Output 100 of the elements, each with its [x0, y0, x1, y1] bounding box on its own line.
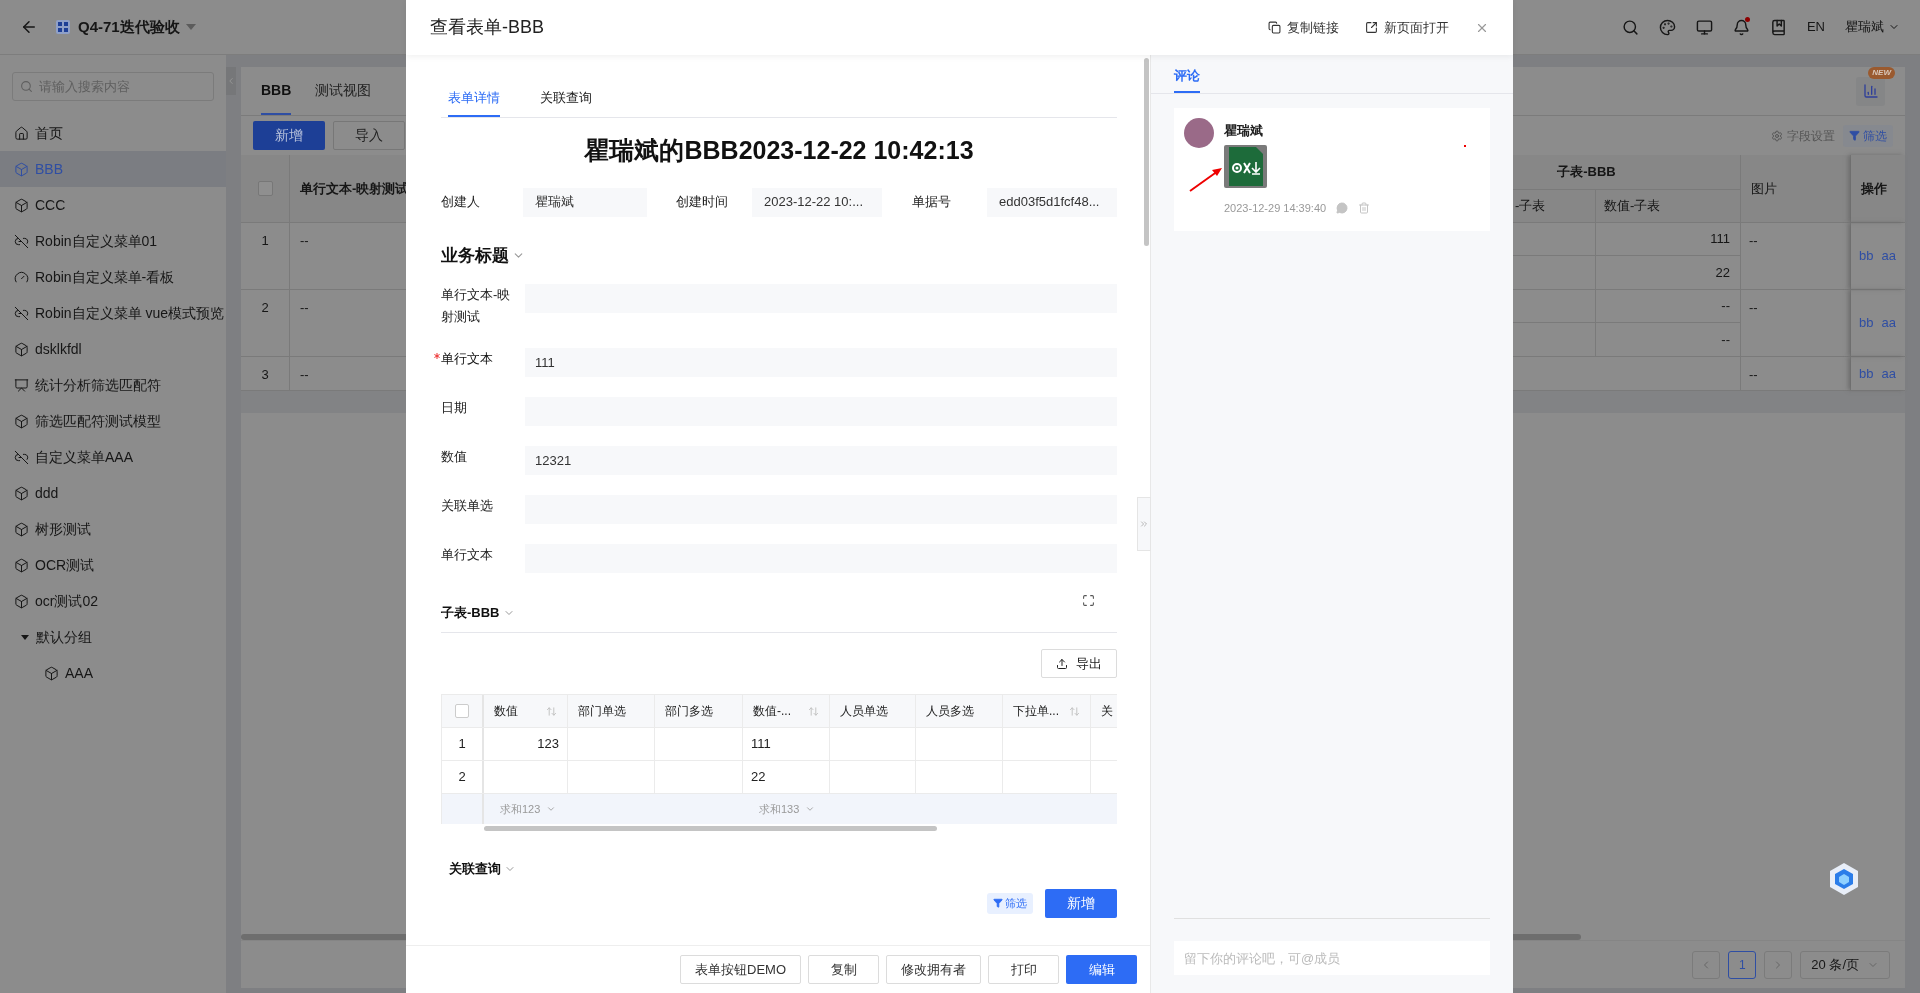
- sidebar-item[interactable]: 筛选匹配符测试模型: [0, 403, 226, 439]
- chevron-down-icon: [546, 804, 557, 814]
- sidebar-item[interactable]: Robin自定义菜单 vue模式预览: [0, 295, 226, 331]
- language-button[interactable]: EN: [1806, 17, 1825, 37]
- sidebar-item[interactable]: ddd: [0, 475, 226, 511]
- cube-icon: [44, 665, 59, 681]
- field-label: 关联单选: [440, 497, 494, 515]
- field-value: edd03f5d1fcf48...: [987, 187, 1117, 217]
- summary-select[interactable]: 求和123: [500, 800, 557, 818]
- chart-button[interactable]: [1856, 76, 1885, 106]
- footer-button[interactable]: 复制: [808, 955, 879, 984]
- copy-icon: [1268, 21, 1281, 34]
- column-header: 人员多选: [916, 695, 1003, 727]
- fullscreen-icon[interactable]: [1082, 594, 1095, 607]
- search-icon[interactable]: [1621, 18, 1639, 36]
- sidebar-item[interactable]: 统计分析筛选匹配符: [0, 367, 226, 403]
- sidebar-item[interactable]: Robin自定义菜单01: [0, 223, 226, 259]
- comment-author: 瞿瑞斌: [1224, 122, 1264, 140]
- reply-icon[interactable]: [1336, 201, 1349, 214]
- open-new-page-button[interactable]: 新页面打开: [1365, 17, 1449, 38]
- table-cell-text: --: [1721, 297, 1730, 316]
- field-label: 数值: [440, 448, 468, 466]
- sort-icon[interactable]: [1069, 705, 1080, 717]
- view-tab[interactable]: 测试视图: [315, 80, 372, 115]
- export-button[interactable]: 导出: [1041, 649, 1117, 678]
- collapse-handle[interactable]: [1137, 497, 1151, 551]
- cube-icon: [14, 593, 29, 609]
- field-label: 单行文本-映射测试: [440, 286, 512, 326]
- app-name: Q4-71迭代验收: [78, 16, 180, 37]
- column-header: -子表: [1515, 197, 1546, 216]
- table-cell: --: [300, 367, 309, 382]
- sort-icon[interactable]: [546, 705, 557, 717]
- app-icon: [56, 20, 70, 34]
- form-tab[interactable]: 关联查询: [540, 87, 592, 117]
- comments-tab[interactable]: 评论: [1174, 65, 1200, 93]
- presentation-icon: [14, 377, 29, 393]
- chevron-down-icon: [805, 804, 816, 814]
- dialog-title: 查看表单-BBB: [430, 16, 544, 39]
- back-icon[interactable]: [20, 18, 38, 36]
- delete-icon[interactable]: [1358, 201, 1371, 214]
- column-header: 图片: [1751, 179, 1777, 198]
- column-header: 数值-...: [743, 695, 830, 727]
- column-header: 数值: [484, 695, 568, 727]
- table-cell: --: [300, 233, 309, 248]
- page-size-select[interactable]: 20 条/页: [1800, 950, 1890, 979]
- field-label: 单据号: [912, 193, 952, 212]
- user-menu[interactable]: 瞿瑞斌: [1845, 17, 1900, 37]
- sidebar-item[interactable]: 自定义菜单AAA: [0, 439, 226, 475]
- cube-icon: [14, 557, 29, 573]
- upload-icon: [1056, 657, 1068, 670]
- column-header: 人员单选: [830, 695, 916, 727]
- copy-link-button[interactable]: 复制链接: [1268, 17, 1339, 38]
- link-icon: [14, 233, 29, 249]
- column-header: 部门单选: [568, 695, 655, 727]
- caret-icon[interactable]: [185, 23, 196, 31]
- field-value: 2023-12-22 10:...: [752, 187, 882, 217]
- sidebar-item[interactable]: ocr测试02: [0, 583, 226, 619]
- external-link-icon: [1365, 21, 1378, 34]
- home-icon: [14, 125, 29, 141]
- helper-icon[interactable]: [1828, 862, 1860, 896]
- sidebar-item[interactable]: 首页: [0, 115, 226, 151]
- bar-chart-icon: [1862, 83, 1879, 99]
- footer-button[interactable]: 表单按钮DEMO: [680, 955, 801, 984]
- bell-icon[interactable]: [1732, 18, 1750, 36]
- footer-button[interactable]: 修改拥有者: [886, 955, 981, 984]
- book-icon[interactable]: [1769, 18, 1787, 36]
- sidebar-item[interactable]: 树形测试: [0, 511, 226, 547]
- footer-button[interactable]: 编辑: [1066, 955, 1137, 984]
- form-tab[interactable]: 表单详情: [448, 87, 500, 117]
- field-input[interactable]: 111: [525, 348, 1117, 377]
- sort-icon[interactable]: [808, 705, 819, 717]
- field-label: 创建时间: [676, 193, 729, 212]
- table-cell-text: 22: [751, 768, 766, 787]
- field-input[interactable]: 12321: [525, 446, 1117, 475]
- cube-icon: [14, 485, 29, 501]
- monitor-icon[interactable]: [1695, 18, 1713, 36]
- gear-icon: [1771, 129, 1783, 142]
- palette-icon[interactable]: [1658, 18, 1676, 36]
- gauge-icon: [14, 269, 29, 285]
- checkbox[interactable]: [455, 704, 469, 718]
- cube-icon: [14, 413, 29, 429]
- spreadsheet-file-icon[interactable]: [1224, 144, 1267, 188]
- toolbar-button[interactable]: 导入: [333, 121, 405, 150]
- checkbox[interactable]: [257, 181, 273, 196]
- view-tab[interactable]: BBB: [261, 80, 292, 115]
- sidebar-item[interactable]: CCC: [0, 187, 226, 223]
- section-title: 业务标题: [441, 244, 509, 267]
- filter-button[interactable]: 筛选: [987, 892, 1033, 914]
- add-button[interactable]: 新增: [1045, 888, 1117, 918]
- footer-button[interactable]: 打印: [988, 955, 1059, 984]
- table-cell-text: 123: [537, 735, 559, 754]
- sidebar-item[interactable]: AAA: [30, 655, 226, 691]
- table-cell: --: [1749, 367, 1758, 382]
- sidebar-item[interactable]: dsklkfdl: [0, 331, 226, 367]
- toolbar-button[interactable]: 新增: [253, 121, 325, 150]
- sidebar-item[interactable]: Robin自定义菜单-看板: [0, 259, 226, 295]
- sidebar-item[interactable]: OCR测试: [0, 547, 226, 583]
- table-cell-text: --: [1721, 330, 1730, 349]
- comment-input[interactable]: 留下你的评论吧，可@成员: [1174, 941, 1490, 975]
- sidebar-item[interactable]: 默认分组: [0, 619, 226, 655]
